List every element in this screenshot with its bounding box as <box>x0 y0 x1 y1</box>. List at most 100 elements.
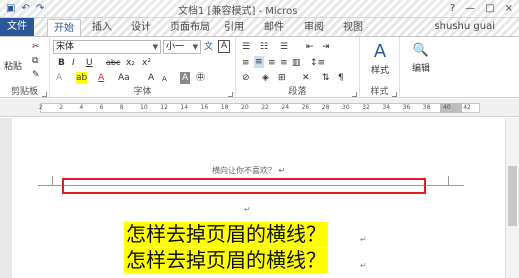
ruler-number: 2 <box>39 104 43 111</box>
maximize-button[interactable]: □ <box>485 3 494 14</box>
clipboard-launcher-icon[interactable] <box>42 92 47 97</box>
superscript-button[interactable]: x² <box>142 57 151 69</box>
italic-button[interactable]: I <box>72 57 75 69</box>
borders-icon[interactable]: ⊞ <box>278 72 286 84</box>
styles-group: A 样式 样式 <box>360 37 400 99</box>
title-bar: ▣ ↶ ↷ 文档1 [兼容模式] - Microsoft Word ? — □ … <box>0 0 519 18</box>
tab-view[interactable]: 视图 <box>343 21 363 35</box>
ruler-number: 4 <box>79 104 84 111</box>
text-effects-button[interactable]: A <box>56 72 62 84</box>
font-launcher-icon[interactable] <box>228 92 233 97</box>
ruler-number: 32 <box>362 104 370 111</box>
ruler-number: 16 <box>200 104 209 111</box>
numbering-icon[interactable]: ☷ <box>260 41 268 53</box>
ruler-number: 8 <box>119 104 124 111</box>
tab-file[interactable]: 文件 <box>0 18 34 36</box>
styles-button[interactable]: A 样式 <box>364 41 396 76</box>
editing-group: 🔍 编辑 <box>400 37 444 99</box>
align-center-icon[interactable]: ≡ <box>254 56 264 68</box>
copy-icon[interactable]: ⧉ <box>32 55 38 67</box>
ruler-number: 10 <box>140 104 148 111</box>
char-shading-icon[interactable]: A <box>180 72 191 84</box>
grow-font-button[interactable]: A <box>148 72 154 84</box>
font-name-select[interactable]: 宋体 ▼ <box>53 40 161 54</box>
document-line[interactable]: 怎样去掉页眉的横线？ <box>124 248 328 273</box>
strikethrough-button[interactable]: abc <box>106 57 120 69</box>
vertical-scrollbar[interactable] <box>505 118 519 278</box>
ruler-number: 12 <box>160 104 168 111</box>
paste-label: 粘贴 <box>3 62 22 72</box>
enclose-char-icon[interactable]: ㊥ <box>196 72 205 84</box>
asian-layout-icon[interactable]: ✕ <box>302 72 310 84</box>
ruler-number: 18 <box>220 104 229 111</box>
align-left-icon[interactable]: ≡ <box>242 57 250 69</box>
editing-button[interactable]: 🔍 编辑 <box>404 41 438 74</box>
paragraph-mark: ↵ <box>244 205 251 214</box>
close-button[interactable]: × <box>505 3 513 14</box>
justify-icon[interactable]: ≡ <box>280 57 288 69</box>
align-right-icon[interactable]: ≡ <box>268 57 276 69</box>
chinese-layout-icon[interactable]: ⊘ <box>242 72 250 84</box>
bold-button[interactable]: B <box>58 57 65 69</box>
styles-launcher-icon[interactable] <box>392 92 397 97</box>
distributed-icon[interactable]: ▥ <box>292 57 301 69</box>
user-name[interactable]: shushu guai <box>434 21 495 32</box>
ruler-number: 42 <box>463 104 471 111</box>
sort-icon[interactable]: ⇅ <box>322 72 330 84</box>
horizontal-ruler[interactable]: 2 2 4 6 8 10 12 14 16 18 20 22 24 26 28 30 32 34 36 38 40 42 <box>0 99 519 117</box>
tab-review[interactable]: 审阅 <box>304 21 324 35</box>
binoculars-icon: 🔍 <box>412 43 430 58</box>
line-spacing-icon[interactable]: ↕≡ <box>310 57 325 69</box>
help-button[interactable]: ? <box>450 3 455 14</box>
char-border-icon[interactable]: A <box>218 40 231 53</box>
paragraph-mark: ↵ <box>360 235 367 244</box>
ruler-number: 26 <box>301 104 310 111</box>
minimize-button[interactable]: — <box>465 3 475 14</box>
underline-button[interactable]: U <box>86 57 93 69</box>
tab-design[interactable]: 设计 <box>131 21 151 35</box>
paragraph-group: ☰ ☷ ☰ ⇤ ⇥ ≡ ≡ ≡ ≡ ▥ ↕≡ ⊘ ◈ ⊞ ✕ ⇅ ¶ 段落 <box>236 37 360 99</box>
undo-icon[interactable]: ↶ <box>21 1 29 17</box>
redo-icon[interactable]: ↷ <box>36 1 44 17</box>
window-title: 文档1 [兼容模式] - Microsoft Word <box>178 6 298 17</box>
ruler-number: 36 <box>402 104 411 111</box>
ribbon-tabs: 文件 开始 插入 设计 页面布局 引用 邮件 审阅 视图 shushu guai <box>0 18 519 36</box>
tab-insert[interactable]: 插入 <box>92 21 112 35</box>
ruler-number: 40 <box>443 104 451 111</box>
font-size-select[interactable]: 小一 ▼ <box>163 40 201 54</box>
chevron-down-icon: ▼ <box>192 43 198 51</box>
shading-icon[interactable]: ◈ <box>262 72 269 84</box>
show-marks-icon[interactable]: ¶ <box>338 72 344 84</box>
scrollbar-thumb[interactable] <box>508 166 517 226</box>
ribbon: 粘贴 ✂ ⧉ ✎ 剪贴板 宋体 ▼ 小一 ▼ 文 A B I U abc x₂ … <box>0 36 519 99</box>
tab-mailings[interactable]: 邮件 <box>264 21 284 35</box>
save-icon[interactable]: ▣ <box>6 1 15 17</box>
font-color-button[interactable]: A <box>98 72 104 84</box>
editing-button-label: 编辑 <box>411 64 430 74</box>
format-painter-icon[interactable]: ✎ <box>32 69 40 81</box>
font-group-label: 字体 <box>133 87 152 97</box>
ruler-number: 34 <box>382 104 391 111</box>
ruler-number: 2 <box>59 104 64 111</box>
document-line[interactable]: 怎样去掉页眉的横线？ <box>124 222 328 247</box>
phonetic-guide-icon[interactable]: 文 <box>204 41 213 53</box>
ruler-number: 38 <box>422 104 431 111</box>
subscript-button[interactable]: x₂ <box>126 57 135 69</box>
change-case-button[interactable]: Aa <box>118 72 130 84</box>
decrease-indent-icon[interactable]: ⇤ <box>306 41 314 53</box>
cut-icon[interactable]: ✂ <box>32 41 40 53</box>
tab-references[interactable]: 引用 <box>224 21 244 35</box>
paste-button[interactable]: 粘贴 <box>2 59 24 72</box>
increase-indent-icon[interactable]: ⇥ <box>322 41 330 53</box>
clipboard-group: 粘贴 ✂ ⧉ ✎ 剪贴板 <box>0 37 50 99</box>
paragraph-launcher-icon[interactable] <box>352 92 357 97</box>
highlight-button[interactable]: ab <box>76 72 88 84</box>
tab-home[interactable]: 开始 <box>47 19 81 36</box>
tab-page-layout[interactable]: 页面布局 <box>170 21 210 35</box>
ruler-number: 20 <box>241 104 249 111</box>
multilevel-list-icon[interactable]: ☰ <box>280 41 288 53</box>
chevron-down-icon: ▼ <box>152 43 158 51</box>
ruler-number: 22 <box>261 104 269 111</box>
header-text[interactable]: 横向让你不喜欢？ ↵ <box>212 165 285 176</box>
bullets-icon[interactable]: ☰ <box>242 41 250 53</box>
